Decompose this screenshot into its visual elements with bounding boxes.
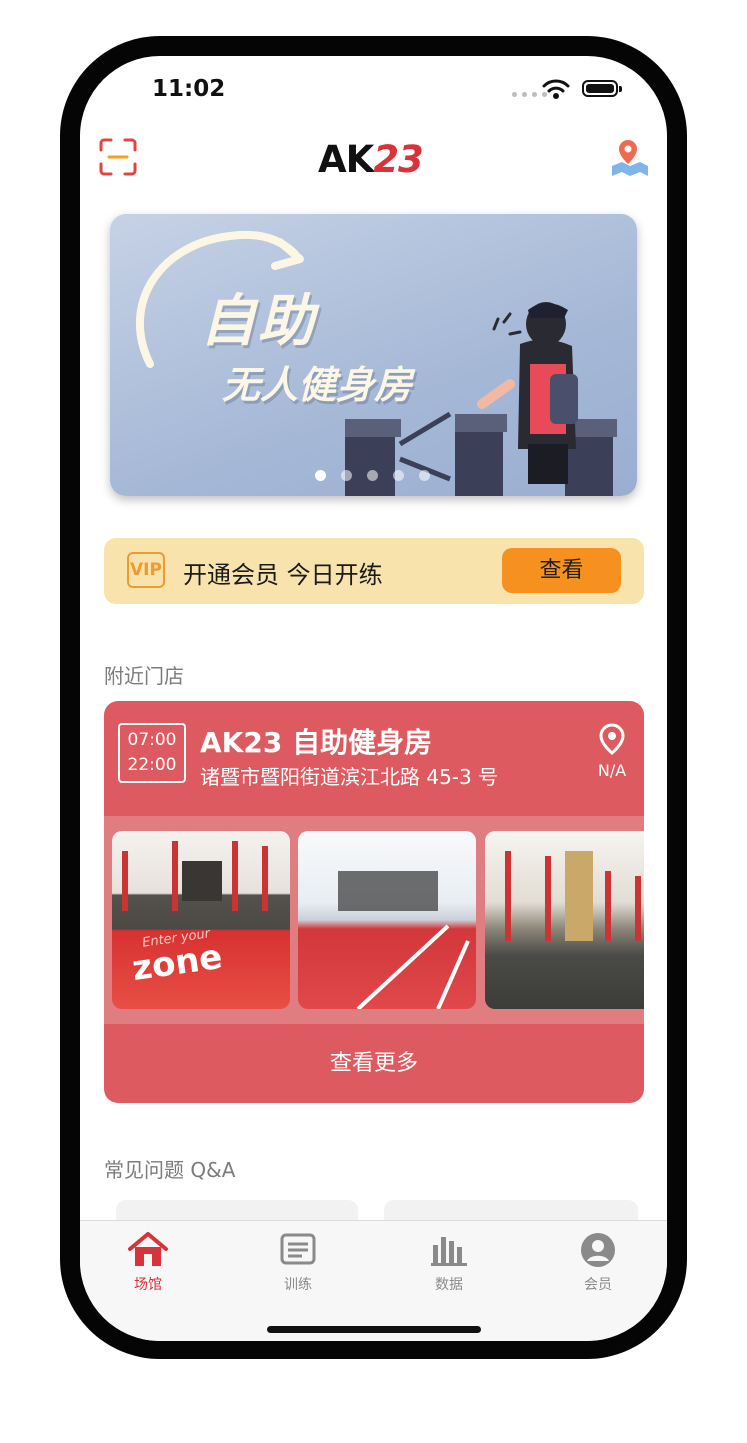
banner-subtitle: 无人健身房 — [222, 363, 413, 407]
vip-view-button[interactable]: 查看 — [502, 548, 621, 593]
bar-chart-icon — [431, 1237, 467, 1266]
page-dot[interactable] — [393, 470, 404, 481]
banner-pagination — [315, 470, 430, 481]
app-logo: AK23 — [318, 138, 424, 181]
page-dot[interactable] — [367, 470, 378, 481]
page-dot-active[interactable] — [315, 470, 326, 481]
vip-promo-text: 开通会员 今日开练 — [183, 561, 383, 589]
tab-training[interactable]: 训练 — [258, 1229, 338, 1293]
app-screen: 11:02 AK23 自助 无人健身房 VIP 开通会员 今日开练 查看 附近门… — [80, 56, 667, 1341]
list-icon — [280, 1233, 316, 1265]
battery-icon — [582, 80, 622, 97]
store-photo[interactable] — [485, 831, 644, 1009]
store-hours: 07:00 22:00 — [118, 723, 186, 783]
tab-label: 会员 — [584, 1277, 612, 1293]
status-time: 11:02 — [152, 76, 226, 102]
store-name: AK23 自助健身房 — [200, 726, 433, 759]
gym-track-graphic — [338, 871, 470, 1009]
wifi-icon — [542, 79, 570, 99]
vip-icon: VIP — [127, 552, 165, 588]
tab-label: 数据 — [435, 1277, 463, 1293]
tab-member[interactable]: 会员 — [558, 1229, 638, 1293]
tab-label: 训练 — [284, 1277, 312, 1293]
gym-rack-graphic — [505, 851, 641, 941]
page-dot[interactable] — [341, 470, 352, 481]
home-indicator[interactable] — [267, 1326, 481, 1333]
vip-promo-bar[interactable]: VIP 开通会员 今日开练 查看 — [104, 538, 644, 604]
bottom-tab-bar: 场馆 训练 数据 会员 — [80, 1220, 667, 1341]
tab-label: 场馆 — [134, 1277, 162, 1293]
store-photo-gallery: Enter your zone — [104, 816, 644, 1024]
view-more-button[interactable]: 查看更多 — [104, 1024, 644, 1103]
store-photo[interactable]: Enter your zone — [112, 831, 290, 1009]
person-icon — [581, 1233, 615, 1267]
tab-venue[interactable]: 场馆 — [108, 1229, 188, 1293]
tab-data[interactable]: 数据 — [409, 1229, 489, 1293]
store-address: 诸暨市暨阳街道滨江北路 45-3 号 — [200, 765, 499, 789]
map-location-icon[interactable] — [608, 136, 652, 180]
page-dot[interactable] — [419, 470, 430, 481]
nearby-section-title: 附近门店 — [104, 664, 184, 688]
location-pin-icon[interactable] — [598, 723, 626, 755]
store-distance: N/A — [597, 761, 627, 780]
scan-icon[interactable] — [99, 138, 137, 176]
faq-section-title: 常见问题 Q&A — [104, 1158, 236, 1182]
store-card[interactable]: 07:00 22:00 AK23 自助健身房 诸暨市暨阳街道滨江北路 45-3 … — [104, 701, 644, 1103]
close-time: 22:00 — [127, 755, 177, 775]
promo-banner[interactable]: 自助 无人健身房 — [110, 214, 637, 496]
banner-title: 自助 — [200, 289, 316, 354]
home-icon — [128, 1232, 168, 1266]
store-photo[interactable] — [298, 831, 476, 1009]
open-time: 07:00 — [127, 730, 177, 750]
